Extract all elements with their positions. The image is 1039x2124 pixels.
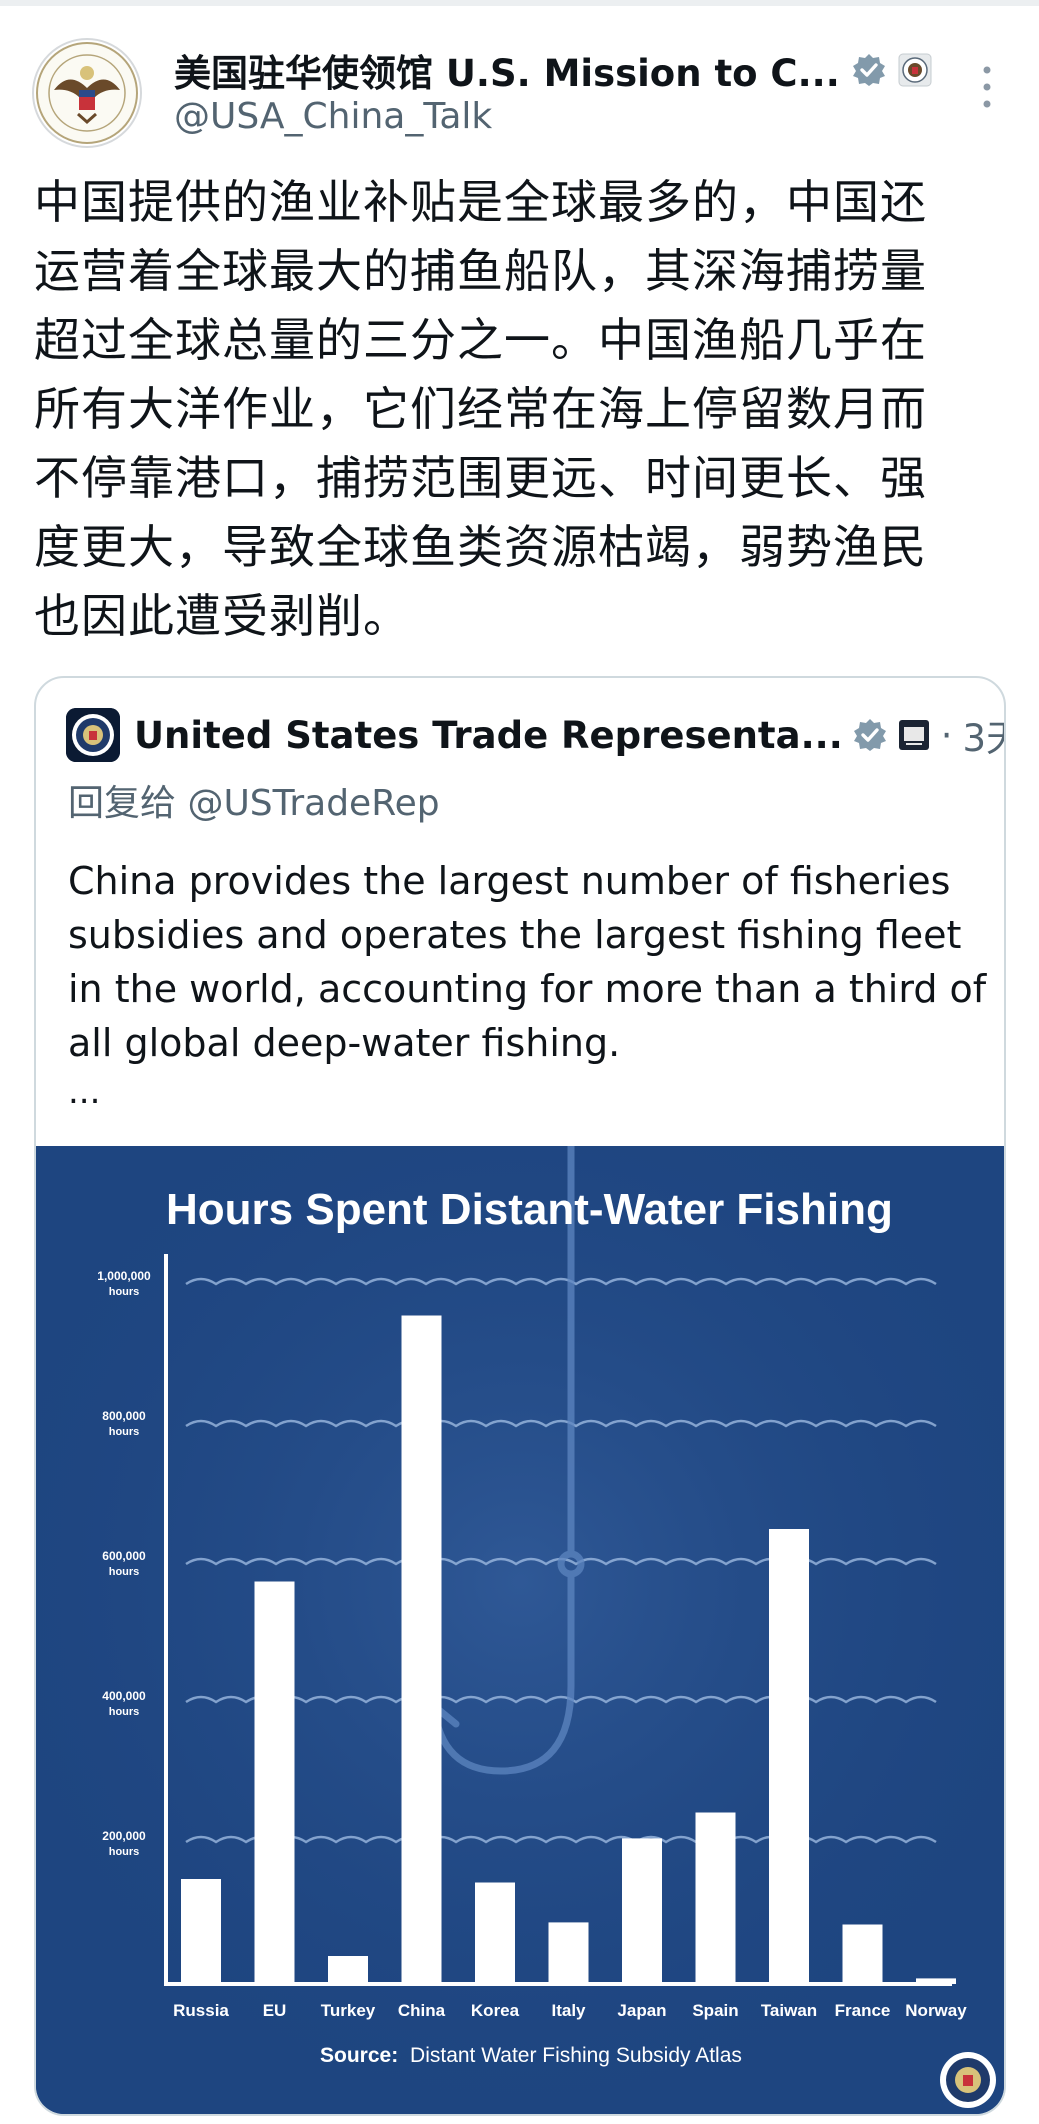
y-tick-unit: hours	[109, 1846, 140, 1858]
quoted-author-row[interactable]: United States Trade Representa... · 3天	[134, 704, 1004, 766]
government-affiliation-icon[interactable]	[898, 53, 932, 87]
chart-title: Hours Spent Distant-Water Fishing	[166, 1185, 893, 1234]
x-tick-label: Korea	[471, 2001, 520, 2020]
chart-source: Source: Distant Water Fishing Subsidy At…	[320, 2044, 742, 2067]
x-tick-label: Russia	[173, 2001, 229, 2020]
bar-japan	[622, 1838, 662, 1984]
government-affiliation-icon[interactable]	[897, 718, 931, 752]
x-tick-label: France	[835, 2001, 891, 2020]
bar-chart: Hours Spent Distant-Water Fishing 200,00…	[36, 1146, 1004, 2114]
verified-badge-icon	[852, 53, 886, 87]
y-tick-unit: hours	[109, 1426, 140, 1438]
y-tick-unit: hours	[109, 1706, 140, 1718]
bar-russia	[181, 1879, 221, 1984]
post-body-text: 中国提供的渔业补贴是全球最多的，中国还 运营着全球最大的捕鱼船队，其深海捕捞量 …	[34, 175, 927, 643]
ustr-avatar-icon[interactable]	[66, 708, 120, 762]
x-tick-label: Turkey	[321, 2001, 376, 2020]
x-tick-label: EU	[263, 2001, 287, 2020]
bar-eu	[254, 1581, 295, 1984]
author-row[interactable]: 美国驻华使领馆 U.S. Mission to C...	[174, 44, 932, 96]
more-options-icon[interactable]	[972, 62, 1002, 112]
reply-to-label[interactable]: 回复给 @USTradeRep	[68, 774, 440, 826]
quoted-post-timestamp[interactable]: 3天	[963, 708, 1004, 762]
y-tick-unit: hours	[109, 1286, 140, 1298]
bar-france	[842, 1924, 883, 1984]
y-tick-label: 600,000	[102, 1549, 146, 1563]
y-tick-label: 800,000	[102, 1409, 146, 1423]
x-tick-label: China	[398, 2001, 446, 2020]
bar-italy	[548, 1922, 589, 1984]
bar-spain	[695, 1812, 736, 1984]
verified-badge-icon	[853, 718, 887, 752]
bar-turkey	[328, 1956, 368, 1984]
y-tick-label: 1,000,000	[97, 1269, 151, 1283]
top-divider	[0, 0, 1039, 6]
quoted-post-sep: ·	[940, 713, 953, 757]
source-label: Source:	[320, 2044, 398, 2067]
y-tick-unit: hours	[109, 1566, 140, 1578]
bar-china	[401, 1315, 442, 1984]
state-department-seal-icon	[940, 2052, 996, 2108]
bar-korea	[475, 1882, 515, 1984]
bar-taiwan	[769, 1529, 809, 1984]
x-tick-label: Spain	[692, 2001, 738, 2020]
x-tick-label: Japan	[617, 2001, 666, 2020]
x-tick-label: Taiwan	[761, 2001, 817, 2020]
x-tick-label: Norway	[905, 2001, 967, 2020]
bar-norway	[916, 1978, 956, 1984]
author-handle[interactable]: @USA_China_Talk	[174, 96, 492, 137]
x-tick-label: Italy	[551, 2001, 586, 2020]
y-tick-label: 200,000	[102, 1829, 146, 1843]
quoted-post-text: China provides the largest number of fis…	[68, 859, 987, 1065]
chart-image[interactable]: Hours Spent Distant-Water Fishing 200,00…	[36, 1146, 1004, 2114]
quoted-author-display-name[interactable]: United States Trade Representa...	[134, 714, 843, 757]
source-text: Distant Water Fishing Subsidy Atlas	[410, 2044, 742, 2067]
quoted-post-card[interactable]: United States Trade Representa... · 3天 回…	[34, 676, 1006, 2116]
author-display-name[interactable]: 美国驻华使领馆 U.S. Mission to C...	[174, 43, 840, 97]
y-tick-label: 400,000	[102, 1689, 146, 1703]
show-more-ellipsis[interactable]: ...	[68, 1072, 100, 1112]
seal-avatar-icon[interactable]	[32, 38, 142, 148]
